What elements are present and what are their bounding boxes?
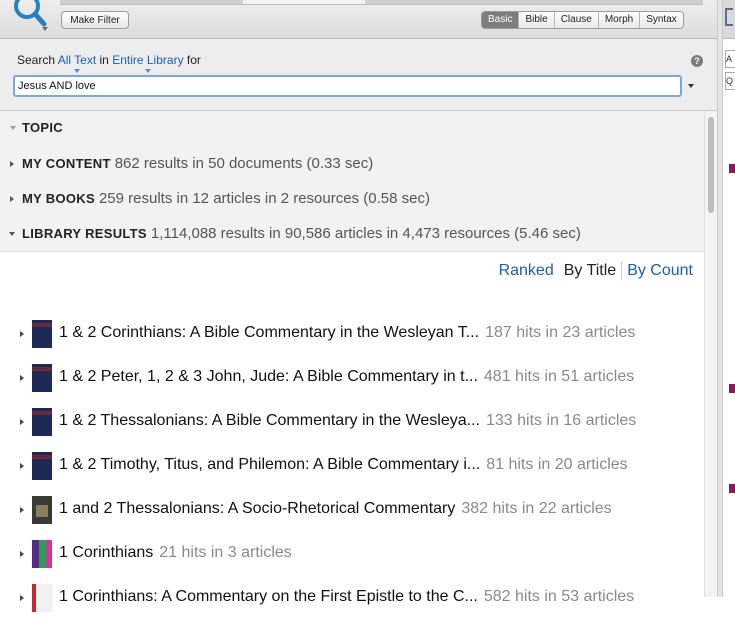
result-title[interactable]: 1 and 2 Thessalonians: A Socio-Rhetorica…	[59, 500, 455, 517]
result-row[interactable]: 1 Corinthians: A Commentary on the First…	[0, 576, 704, 620]
tab-selected[interactable]	[243, 0, 365, 4]
section-summary: 259 results in 12 articles in 2 resource…	[98, 190, 430, 207]
adjacent-input[interactable]: Q	[725, 72, 735, 90]
book-cover-icon	[32, 364, 52, 392]
mode-bible[interactable]: Bible	[518, 12, 554, 28]
section-summary: 1,114,088 results in 90,586 articles in …	[150, 225, 581, 242]
results-panel: TOPIC MY CONTENT 862 results in 50 docume…	[0, 111, 704, 612]
expand-triangle-icon[interactable]	[20, 331, 24, 337]
search-history-dropdown-icon[interactable]	[688, 84, 694, 88]
book-cover-icon	[32, 320, 52, 348]
section-my-books[interactable]: MY BOOKS 259 results in 12 articles in 2 …	[0, 181, 704, 217]
expand-triangle-icon[interactable]	[20, 419, 24, 425]
book-cover-icon	[32, 452, 52, 480]
result-row[interactable]: 1 and 2 Thessalonians: A Socio-Rhetorica…	[0, 488, 704, 532]
search-input[interactable]	[13, 75, 682, 97]
highlight-marker	[729, 484, 735, 493]
sort-by-title-link[interactable]: By Title	[559, 262, 623, 280]
expand-triangle-icon[interactable]	[20, 507, 24, 513]
search-toolbar: Make Filter Basic Bible Clause Morph Syn…	[0, 0, 717, 39]
result-hits: 133 hits in 16 articles	[485, 412, 637, 429]
book-cover-icon	[32, 496, 52, 524]
result-title[interactable]: 1 & 2 Timothy, Titus, and Philemon: A Bi…	[59, 456, 480, 473]
search-area: Search All Text in Entire Library for ?	[0, 39, 717, 111]
search-menu-chevron-icon[interactable]	[42, 27, 48, 31]
result-title[interactable]: 1 Corinthians	[59, 544, 153, 561]
result-hits: 21 hits in 3 articles	[159, 544, 292, 561]
sort-by-count-link[interactable]: By Count	[622, 262, 698, 280]
section-title: MY BOOKS	[22, 191, 95, 206]
result-title[interactable]: 1 & 2 Thessalonians: A Bible Commentary …	[59, 412, 480, 429]
section-topic[interactable]: TOPIC	[0, 111, 704, 147]
highlight-marker	[729, 164, 735, 173]
tab-strip	[60, 0, 703, 5]
expand-triangle-icon[interactable]	[20, 595, 24, 601]
book-cover-icon	[32, 584, 52, 612]
mode-morph[interactable]: Morph	[597, 12, 640, 28]
expand-triangle-icon[interactable]	[20, 463, 24, 469]
panel-grid-icon[interactable]	[725, 8, 733, 26]
scope-dropdown[interactable]: All Text	[58, 53, 96, 73]
section-summary: 862 results in 50 documents (0.33 sec)	[114, 155, 374, 172]
adjacent-input[interactable]: A	[725, 50, 735, 68]
section-title: MY CONTENT	[22, 156, 111, 171]
book-cover-icon	[32, 408, 52, 436]
section-title: LIBRARY RESULTS	[22, 226, 147, 241]
library-dropdown[interactable]: Entire Library	[112, 53, 184, 73]
result-row[interactable]: 1 & 2 Corinthians: A Bible Commentary in…	[0, 312, 704, 356]
result-row[interactable]: 1 & 2 Peter, 1, 2 & 3 John, Jude: A Bibl…	[0, 356, 704, 400]
expand-triangle-icon	[10, 196, 14, 202]
book-cover-icon	[32, 540, 52, 568]
search-prefix: Search	[17, 53, 56, 67]
section-my-content[interactable]: MY CONTENT 862 results in 50 documents (0…	[0, 146, 704, 182]
highlight-marker	[729, 384, 735, 393]
result-row[interactable]: 1 Corinthians 21 hits in 3 articles	[0, 532, 704, 576]
for-word: for	[186, 53, 201, 67]
result-row[interactable]: 1 & 2 Timothy, Titus, and Philemon: A Bi…	[0, 444, 704, 488]
mode-syntax[interactable]: Syntax	[639, 12, 683, 28]
result-title[interactable]: 1 & 2 Peter, 1, 2 & 3 John, Jude: A Bibl…	[59, 368, 478, 385]
expand-triangle-icon[interactable]	[20, 375, 24, 381]
result-hits: 187 hits in 23 articles	[485, 324, 636, 341]
in-word: in	[99, 53, 109, 67]
section-library-results[interactable]: LIBRARY RESULTS 1,114,088 results in 90,5…	[0, 216, 704, 252]
section-title: TOPIC	[22, 120, 63, 135]
sort-ranked-link[interactable]: Ranked	[494, 262, 559, 280]
results-scrollbar[interactable]	[704, 111, 718, 597]
adjacent-panel: A Q	[723, 0, 735, 597]
library-caret-icon	[144, 69, 151, 73]
search-mode-selector: Basic Bible Clause Morph Syntax	[481, 11, 684, 29]
make-filter-button[interactable]: Make Filter	[61, 11, 129, 29]
result-hits: 481 hits in 51 articles	[483, 368, 635, 385]
adjacent-panel-toolbar	[723, 0, 735, 39]
sort-options: Ranked By Title By Count	[494, 262, 698, 280]
mode-basic[interactable]: Basic	[482, 12, 519, 28]
search-scope-line: Search All Text in Entire Library for	[17, 53, 201, 73]
mode-clause[interactable]: Clause	[553, 12, 598, 28]
result-title[interactable]: 1 & 2 Corinthians: A Bible Commentary in…	[59, 324, 479, 341]
collapse-triangle-icon	[9, 232, 15, 236]
search-magnifier-icon[interactable]	[10, 0, 50, 30]
expand-triangle-icon[interactable]	[20, 551, 24, 557]
result-row[interactable]: 1 & 2 Thessalonians: A Bible Commentary …	[0, 400, 704, 444]
result-hits: 81 hits in 20 articles	[486, 456, 628, 473]
scope-caret-icon	[73, 69, 80, 73]
expand-triangle-icon	[10, 161, 14, 167]
scrollbar-thumb[interactable]	[708, 117, 714, 213]
result-hits: 382 hits in 22 articles	[461, 500, 612, 517]
collapse-triangle-icon	[10, 126, 16, 130]
help-icon[interactable]: ?	[691, 55, 703, 67]
